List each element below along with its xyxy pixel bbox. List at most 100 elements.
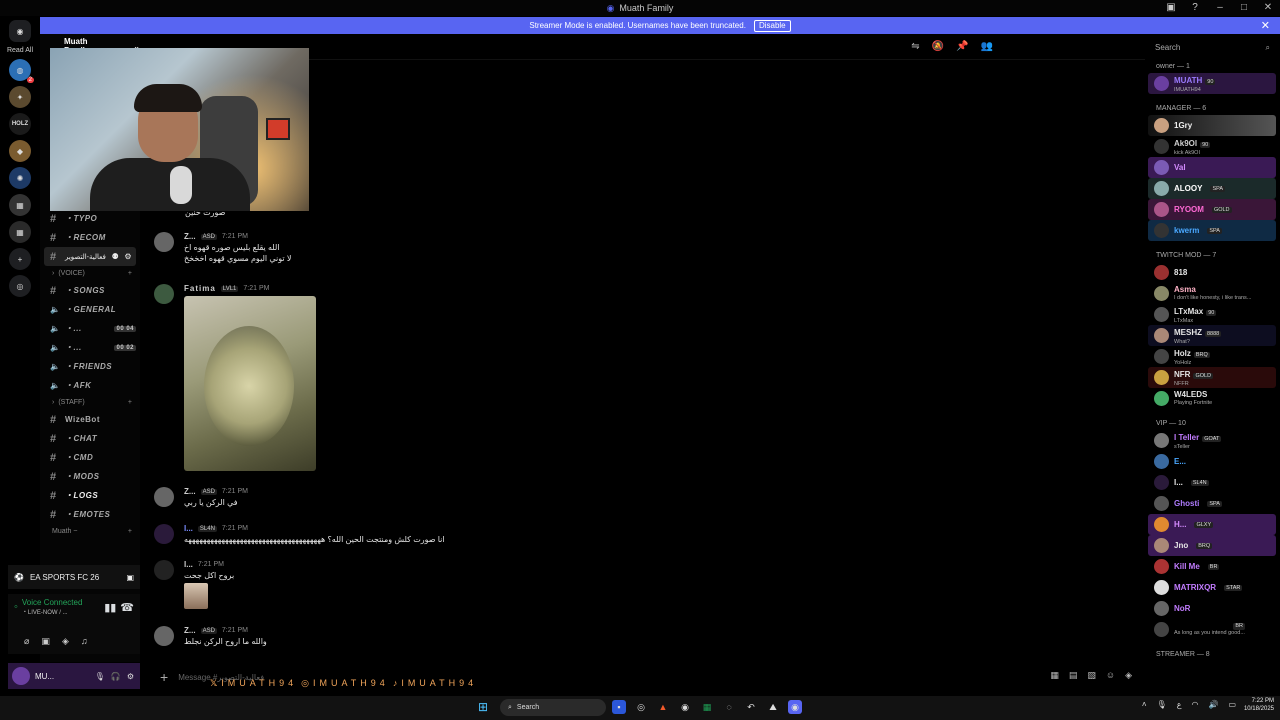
voice-channel-general[interactable]: 🔈 ・GENERAL <box>40 300 140 319</box>
close-button[interactable]: ✕ <box>1256 0 1280 16</box>
language-icon[interactable]: ع <box>1177 700 1182 709</box>
member-item[interactable]: BR As long as you intend good... <box>1148 619 1276 640</box>
avatar[interactable] <box>154 626 174 646</box>
screen-icon[interactable]: ▣ <box>126 573 134 582</box>
screen-share-icon[interactable]: ▣ <box>41 636 50 647</box>
close-banner-icon[interactable]: ✕ <box>1261 19 1270 32</box>
add-channel-icon[interactable]: + <box>128 528 132 535</box>
mic-icon[interactable]: 🎙 <box>1157 700 1167 709</box>
avatar[interactable] <box>154 284 174 304</box>
member-item[interactable]: LTxMax 90 LTxMax <box>1148 304 1276 325</box>
server-icon[interactable]: ✺ <box>9 167 31 189</box>
category-staff[interactable]: › (STAFF) + <box>40 395 140 410</box>
server-folder[interactable]: ▦ <box>9 194 31 216</box>
home-button[interactable]: ◉ <box>9 20 31 42</box>
member-item[interactable]: MATRIXQR STAR <box>1148 577 1276 598</box>
chevron-up-icon[interactable]: ˄ <box>1142 700 1147 709</box>
battery-icon[interactable]: ▭ <box>1228 700 1236 709</box>
app-icon[interactable]: ◌ <box>722 700 736 714</box>
steam-icon[interactable]: ◉ <box>678 700 692 714</box>
avatar[interactable] <box>154 524 174 544</box>
member-item[interactable]: Holz BRQ YoHolz <box>1148 346 1276 367</box>
channel-cmd[interactable]: # ・CMD <box>40 448 140 467</box>
member-item[interactable]: Asma I don't like honesty, i like trans..… <box>1148 283 1276 304</box>
member-item[interactable]: E... <box>1148 451 1276 472</box>
maximize-button[interactable]: □ <box>1232 0 1256 16</box>
emoji-icon[interactable]: ☺ <box>1106 670 1115 681</box>
volume-icon[interactable]: 🔊 <box>1208 700 1218 709</box>
add-member-icon[interactable]: ⚉ <box>112 252 120 261</box>
avatar[interactable] <box>154 487 174 507</box>
avatar[interactable] <box>154 560 174 580</box>
category-footer[interactable]: Muath ~ + <box>40 524 140 539</box>
add-channel-icon[interactable]: + <box>128 399 132 406</box>
members-icon[interactable]: 👥 <box>981 41 993 52</box>
image-attachment[interactable] <box>184 583 208 609</box>
server-icon[interactable]: ◆ <box>9 140 31 162</box>
member-item[interactable]: Val <box>1148 157 1276 178</box>
member-item[interactable]: 818 <box>1148 262 1276 283</box>
category-voice[interactable]: › (VOICE) + <box>40 266 140 281</box>
disconnect-icon[interactable]: ☎ <box>120 601 134 614</box>
app-icon[interactable]: ▪ <box>612 700 626 714</box>
member-item[interactable]: NFR GOLD NFFR <box>1148 367 1276 388</box>
member-item[interactable]: I Teller GOAT sTeller <box>1148 430 1276 451</box>
excel-icon[interactable]: ▦ <box>700 700 714 714</box>
member-item[interactable]: Jno BRQ <box>1148 535 1276 556</box>
channel-recom[interactable]: # ・RECOM <box>40 228 140 247</box>
help-icon[interactable]: ? <box>1188 1 1202 15</box>
attach-icon[interactable]: + <box>160 669 168 685</box>
discover-icon[interactable]: ◎ <box>9 275 31 297</box>
notification-icon[interactable]: 🔕 <box>932 41 944 52</box>
add-channel-icon[interactable]: + <box>128 270 132 277</box>
member-item[interactable]: NoR <box>1148 598 1276 619</box>
soundboard-icon[interactable]: ♫ <box>81 636 88 647</box>
channel-logs[interactable]: # ・LOGS <box>40 486 140 505</box>
chrome-icon[interactable]: ◎ <box>634 700 648 714</box>
wifi-icon[interactable]: ◠ <box>1191 700 1198 709</box>
channel-wizebot[interactable]: # WizeBot <box>40 410 140 429</box>
server-icon[interactable]: ◍ 2 <box>9 59 34 83</box>
voice-channel-friends[interactable]: 🔈 ・FRIENDS <box>40 357 140 376</box>
minimize-button[interactable]: – <box>1208 0 1232 16</box>
server-folder[interactable]: ▦ <box>9 221 31 243</box>
voice-channel[interactable]: 🔈 ・... 00 04 <box>40 319 140 338</box>
member-item[interactable]: MUATH 90 IMUATH94 <box>1148 73 1276 94</box>
member-item[interactable]: I... SL4N <box>1148 472 1276 493</box>
channel-selected[interactable]: # فعالية-التصوير ⚉ ⚙ <box>44 247 136 266</box>
member-item[interactable]: Kill Me BR <box>1148 556 1276 577</box>
windows-start-icon[interactable]: ⊞ <box>478 700 488 714</box>
channel-songs[interactable]: # ・SONGS <box>40 281 140 300</box>
gift-icon[interactable]: ▦ <box>1050 670 1059 681</box>
sticker-icon[interactable]: ▧ <box>1087 670 1096 681</box>
server-icon[interactable]: HOLZ <box>9 113 31 135</box>
gear-icon[interactable]: ⚙ <box>127 672 134 681</box>
image-attachment[interactable] <box>184 296 316 471</box>
user-panel[interactable]: MU... 🎙 🎧 ⚙ <box>8 663 140 689</box>
discord-icon[interactable]: ◉ <box>788 700 802 714</box>
clock[interactable]: 7:22 PM 10/18/2025 <box>1244 698 1274 714</box>
apps-icon[interactable]: ◈ <box>1125 670 1132 681</box>
mic-icon[interactable]: 🎙 <box>95 672 105 681</box>
app-icon[interactable]: ↶ <box>744 700 758 714</box>
inbox-icon[interactable]: ▣ <box>1164 1 1178 15</box>
app-icon[interactable]: ⛰ <box>766 700 780 714</box>
member-item[interactable]: Ghosti SPA <box>1148 493 1276 514</box>
taskbar-search[interactable]: ⌕ Search <box>500 699 606 716</box>
threads-icon[interactable]: ⇋ <box>911 41 919 52</box>
camera-off-icon[interactable]: ⌀ <box>24 636 29 647</box>
member-item[interactable]: kwerm SPA <box>1148 220 1276 241</box>
search-input[interactable]: Search ⌕ <box>1150 40 1274 55</box>
member-item[interactable]: MESHZ 8888 What? <box>1148 325 1276 346</box>
pin-icon[interactable]: 📌 <box>956 41 968 52</box>
member-item[interactable]: 1Gry <box>1148 115 1276 136</box>
channel-emotes[interactable]: # ・EMOTES <box>40 505 140 524</box>
avatar[interactable] <box>154 232 174 252</box>
gif-icon[interactable]: ▤ <box>1069 670 1078 681</box>
disable-streamer-button[interactable]: Disable <box>753 19 791 32</box>
read-all-button[interactable]: Read All <box>7 47 33 54</box>
headphones-icon[interactable]: 🎧 <box>111 672 121 681</box>
member-item[interactable]: RYOOM GOLD <box>1148 199 1276 220</box>
add-server-icon[interactable]: + <box>9 248 31 270</box>
noise-icon[interactable]: ▮▮ <box>104 601 116 614</box>
